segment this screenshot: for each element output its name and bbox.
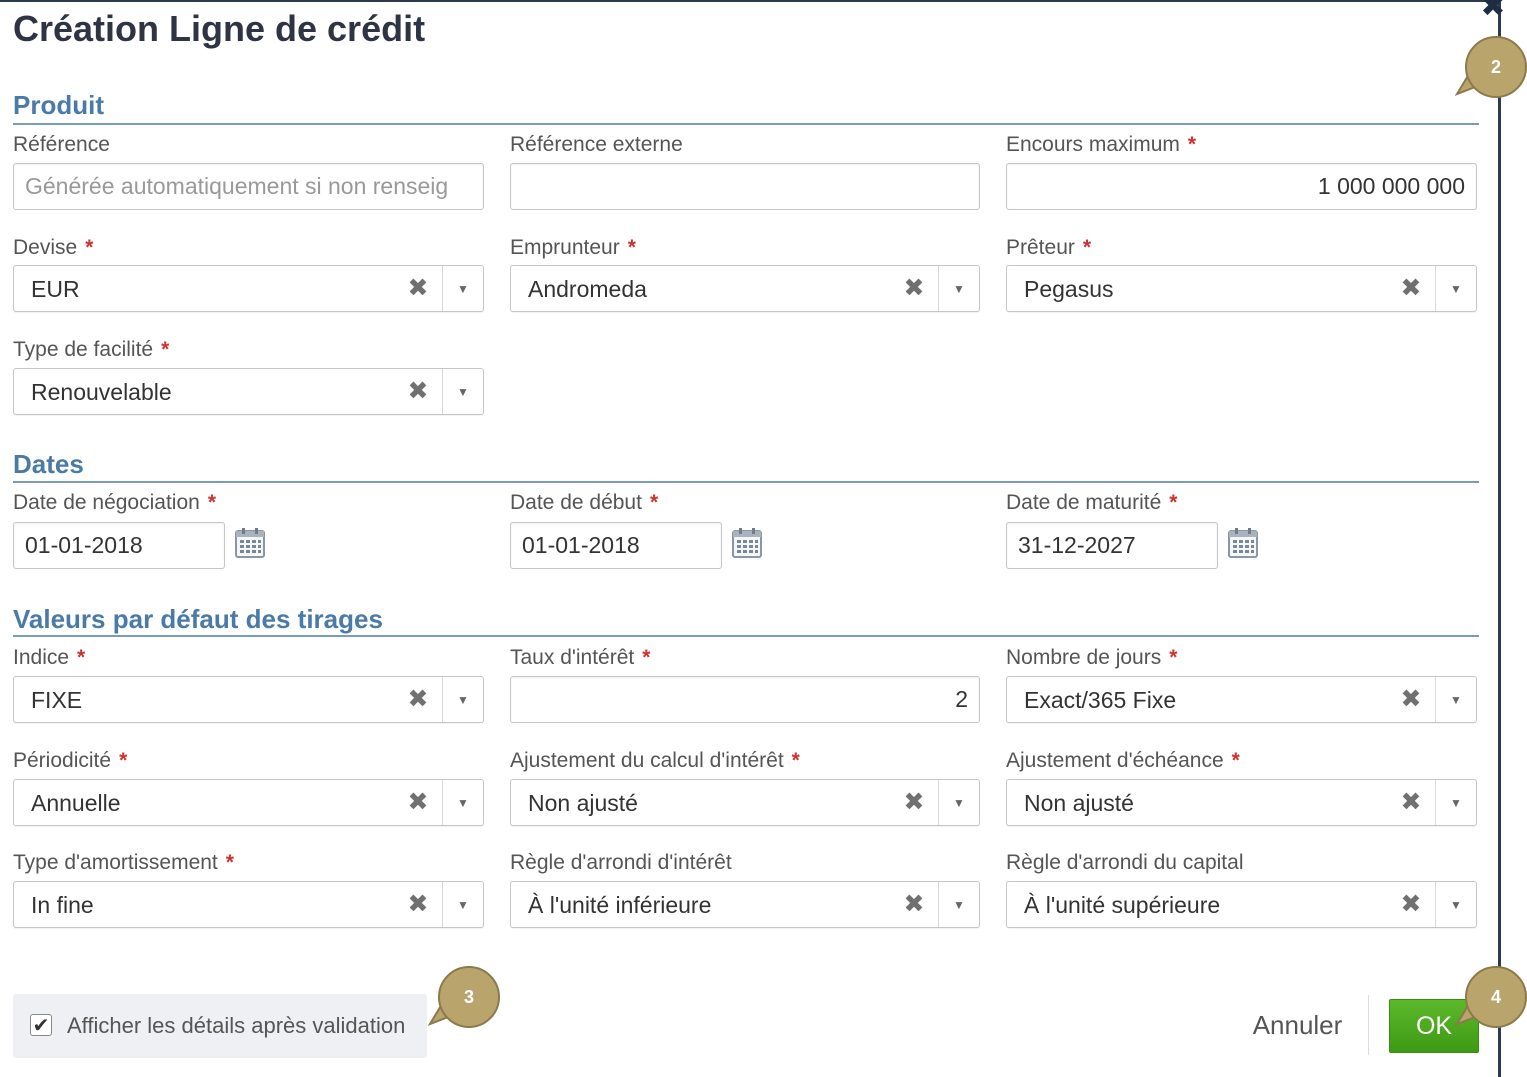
amortization-type-value: In fine (31, 892, 94, 918)
chevron-down-icon[interactable]: ▼ (443, 780, 483, 825)
maturity-date-input[interactable] (1006, 522, 1218, 569)
reference-input[interactable] (13, 163, 484, 210)
due-date-adjustment-select[interactable]: Non ajusté ✖ ▼ (1006, 779, 1477, 826)
frequency-label: Périodicité * (13, 749, 128, 772)
interest-rate-input[interactable] (510, 676, 980, 723)
lender-value: Pegasus (1024, 276, 1114, 302)
button-divider (1368, 995, 1369, 1055)
interest-adjustment-select[interactable]: Non ajusté ✖ ▼ (510, 779, 980, 826)
facility-type-value: Renouvelable (31, 379, 172, 405)
interest-rounding-value: À l'unité inférieure (528, 892, 712, 918)
interest-adjustment-label: Ajustement du calcul d'intérêt * (510, 749, 800, 772)
borrower-select[interactable]: Andromeda ✖ ▼ (510, 265, 980, 312)
index-label: Indice * (13, 646, 86, 669)
currency-select[interactable]: EUR ✖ ▼ (13, 265, 484, 312)
clear-icon[interactable]: ✖ (1398, 274, 1424, 302)
section-title-drawdown-defaults: Valeurs par défaut des tirages (13, 604, 383, 634)
max-outstanding-label: Encours maximum * (1006, 133, 1197, 156)
amortization-type-label: Type d'amortissement * (13, 851, 234, 874)
clear-icon[interactable]: ✖ (405, 788, 431, 816)
clear-icon[interactable]: ✖ (901, 890, 927, 918)
section-title-produit: Produit (13, 90, 104, 120)
clear-icon[interactable]: ✖ (405, 377, 431, 405)
interest-rate-label: Taux d'intérêt * (510, 646, 651, 669)
trade-date-label: Date de négociation * (13, 491, 216, 514)
clear-icon[interactable]: ✖ (1398, 685, 1424, 713)
check-icon: ✔ (32, 1015, 50, 1037)
clear-icon[interactable]: ✖ (901, 788, 927, 816)
facility-type-select[interactable]: Renouvelable ✖ ▼ (13, 368, 484, 415)
index-select[interactable]: FIXE ✖ ▼ (13, 676, 484, 723)
chevron-down-icon[interactable]: ▼ (939, 882, 979, 927)
due-date-adjustment-label: Ajustement d'échéance * (1006, 749, 1240, 772)
chevron-down-icon[interactable]: ▼ (1436, 266, 1476, 311)
capital-rounding-select[interactable]: À l'unité supérieure ✖ ▼ (1006, 881, 1477, 928)
capital-rounding-value: À l'unité supérieure (1024, 892, 1221, 918)
interest-rounding-select[interactable]: À l'unité inférieure ✖ ▼ (510, 881, 980, 928)
reference-label: Référence (13, 133, 110, 156)
frequency-value: Annuelle (31, 790, 121, 816)
external-reference-input[interactable] (510, 163, 980, 210)
lender-select[interactable]: Pegasus ✖ ▼ (1006, 265, 1477, 312)
due-date-adjustment-value: Non ajusté (1024, 790, 1134, 816)
clear-icon[interactable]: ✖ (1398, 890, 1424, 918)
borrower-value: Andromeda (528, 276, 647, 302)
chevron-down-icon[interactable]: ▼ (443, 266, 483, 311)
cancel-button[interactable]: Annuler (1235, 1005, 1360, 1045)
chevron-down-icon[interactable]: ▼ (443, 369, 483, 414)
callout-badge-4: 4 (1465, 966, 1527, 1028)
capital-rounding-label: Règle d'arrondi du capital (1006, 851, 1244, 874)
max-outstanding-input[interactable] (1006, 163, 1477, 210)
trade-date-input[interactable] (13, 522, 225, 569)
chevron-down-icon[interactable]: ▼ (443, 677, 483, 722)
amortization-type-select[interactable]: In fine ✖ ▼ (13, 881, 484, 928)
show-details-label[interactable]: Afficher les détails après validation (67, 1013, 405, 1039)
day-count-value: Exact/365 Fixe (1024, 687, 1177, 713)
maturity-date-label: Date de maturité * (1006, 491, 1178, 514)
chevron-down-icon[interactable]: ▼ (939, 266, 979, 311)
calendar-icon[interactable] (234, 527, 266, 559)
calendar-icon[interactable] (731, 527, 763, 559)
clear-icon[interactable]: ✖ (405, 274, 431, 302)
external-reference-label: Référence externe (510, 133, 683, 156)
clear-icon[interactable]: ✖ (405, 685, 431, 713)
callout-badge-3: 3 (438, 966, 500, 1028)
close-icon[interactable]: ✖ (1478, 0, 1508, 22)
start-date-label: Date de début * (510, 491, 659, 514)
section-divider (13, 123, 1479, 125)
index-value: FIXE (31, 687, 83, 713)
calendar-icon[interactable] (1227, 527, 1259, 559)
chevron-down-icon[interactable]: ▼ (1436, 780, 1476, 825)
start-date-input[interactable] (510, 522, 722, 569)
chevron-down-icon[interactable]: ▼ (1436, 677, 1476, 722)
clear-icon[interactable]: ✖ (405, 890, 431, 918)
clear-icon[interactable]: ✖ (1398, 788, 1424, 816)
dialog-top-border (0, 0, 1500, 2)
chevron-down-icon[interactable]: ▼ (1436, 882, 1476, 927)
dialog-title: Création Ligne de crédit (13, 8, 426, 49)
show-details-option: ✔ Afficher les détails après validation (13, 994, 427, 1058)
borrower-label: Emprunteur * (510, 236, 636, 259)
dialog-right-border (1498, 0, 1501, 1077)
chevron-down-icon[interactable]: ▼ (939, 780, 979, 825)
facility-type-label: Type de facilité * (13, 338, 170, 361)
show-details-checkbox[interactable]: ✔ (30, 1014, 52, 1037)
lender-label: Prêteur * (1006, 236, 1092, 259)
day-count-label: Nombre de jours * (1006, 646, 1178, 669)
credit-line-dialog: ✖ Création Ligne de crédit Produit Référ… (0, 0, 1527, 1077)
callout-badge-2: 2 (1465, 36, 1527, 98)
chevron-down-icon[interactable]: ▼ (443, 882, 483, 927)
currency-label: Devise * (13, 236, 94, 259)
clear-icon[interactable]: ✖ (901, 274, 927, 302)
interest-adjustment-value: Non ajusté (528, 790, 638, 816)
section-title-dates: Dates (13, 449, 84, 479)
day-count-select[interactable]: Exact/365 Fixe ✖ ▼ (1006, 676, 1477, 723)
interest-rounding-label: Règle d'arrondi d'intérêt (510, 851, 732, 874)
section-divider (13, 481, 1479, 483)
currency-value: EUR (31, 276, 80, 302)
section-divider (13, 635, 1479, 637)
frequency-select[interactable]: Annuelle ✖ ▼ (13, 779, 484, 826)
